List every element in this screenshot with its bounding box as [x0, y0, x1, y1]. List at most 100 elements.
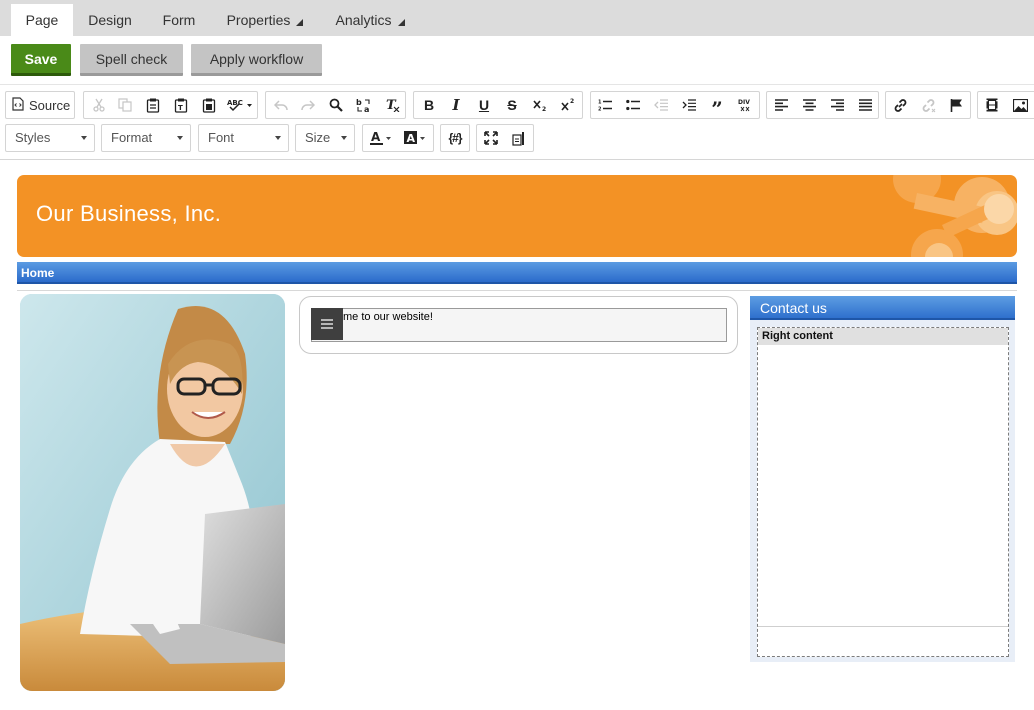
- unlink-icon[interactable]: [915, 92, 941, 118]
- chevron-down-icon: [177, 136, 183, 140]
- contact-title: Contact us: [760, 300, 827, 316]
- contact-panel-header: Contact us: [750, 296, 1015, 320]
- company-name: Our Business, Inc.: [36, 201, 222, 226]
- svg-text:b: b: [356, 98, 362, 107]
- redo-icon[interactable]: [295, 92, 321, 118]
- toolbar-group-editing: ba T: [265, 91, 406, 119]
- svg-text:T: T: [178, 104, 183, 112]
- blockquote-icon[interactable]: ”: [704, 92, 730, 119]
- create-div-icon[interactable]: DIV: [732, 92, 758, 118]
- spellcheck-icon[interactable]: ABC: [224, 92, 256, 118]
- macro-icon[interactable]: {#}: [442, 125, 468, 151]
- svg-text:2: 2: [598, 107, 602, 112]
- contact-panel: Contact us Right content: [750, 296, 1015, 662]
- zone-footer-divider: [758, 626, 1008, 627]
- svg-text:ABC: ABC: [227, 99, 243, 107]
- copy-icon[interactable]: [112, 92, 138, 118]
- toolbar-group-links: [885, 91, 971, 119]
- svg-text:1: 1: [598, 100, 602, 106]
- subscript-icon[interactable]: 2: [527, 92, 553, 118]
- nav-home-link[interactable]: Home: [21, 266, 54, 280]
- toolbar-group-align: [766, 91, 879, 119]
- source-button[interactable]: Source: [6, 92, 74, 118]
- find-icon[interactable]: [323, 92, 349, 118]
- superscript-icon[interactable]: 2: [555, 92, 581, 118]
- toolbar-group-colors: A A: [362, 124, 434, 152]
- zone-label: Right content: [762, 330, 833, 342]
- woman-with-laptop-photo: [20, 294, 285, 691]
- outdent-icon[interactable]: [648, 92, 674, 118]
- italic-icon[interactable]: I: [443, 92, 469, 118]
- chevron-down-icon: [81, 136, 87, 140]
- cut-icon[interactable]: [86, 92, 112, 118]
- paste-text-icon[interactable]: T: [168, 92, 194, 118]
- svg-text:DIV: DIV: [738, 99, 750, 106]
- svg-text:a: a: [364, 105, 369, 113]
- svg-text:A: A: [407, 132, 416, 145]
- paste-word-icon[interactable]: [196, 92, 222, 118]
- paste-icon[interactable]: [140, 92, 166, 118]
- align-justify-icon[interactable]: [852, 92, 878, 118]
- bulleted-list-icon[interactable]: [620, 92, 646, 118]
- numbered-list-icon[interactable]: 12: [592, 92, 618, 118]
- tab-design[interactable]: Design: [81, 4, 139, 36]
- tab-properties[interactable]: Properties: [222, 4, 308, 36]
- svg-text:2: 2: [570, 98, 574, 105]
- zone-header: Right content: [758, 328, 1008, 345]
- toolbar-group-tools: [476, 124, 534, 152]
- format-dropdown[interactable]: Format: [101, 124, 191, 152]
- image-icon[interactable]: [1007, 92, 1033, 118]
- maximize-icon[interactable]: [478, 125, 504, 151]
- remove-format-icon[interactable]: T: [379, 92, 405, 118]
- show-blocks-icon[interactable]: [506, 125, 532, 151]
- chevron-down-icon: [275, 136, 281, 140]
- toolbar-group-macros: {#}: [440, 124, 470, 152]
- toolbar-group-document: Source: [5, 91, 75, 119]
- svg-text:A: A: [371, 130, 381, 144]
- right-content-zone[interactable]: Right content: [757, 327, 1009, 657]
- welcome-text-editor[interactable]: me to our website!: [311, 308, 727, 342]
- source-icon: [12, 96, 24, 114]
- toolbar-group-media: [977, 91, 1034, 119]
- background-color-button[interactable]: A: [400, 125, 432, 151]
- divider: [17, 290, 1017, 291]
- dropdown-triangle-icon: [397, 19, 405, 26]
- text-color-button[interactable]: A: [366, 125, 398, 151]
- decorative-molecule-graphic: [893, 175, 1017, 257]
- spell-check-button[interactable]: Spell check: [80, 44, 183, 76]
- tab-analytics[interactable]: Analytics: [332, 4, 408, 36]
- save-button[interactable]: Save: [11, 44, 71, 76]
- toolbar-group-clipboard: T ABC: [83, 91, 258, 119]
- anchor-flag-icon[interactable]: [943, 92, 969, 118]
- toolbar-group-paragraph: 12 ” DIV: [590, 91, 760, 119]
- tab-page[interactable]: Page: [11, 4, 73, 36]
- undo-icon[interactable]: [268, 92, 294, 118]
- dropdown-triangle-icon: [296, 19, 304, 26]
- svg-text:2: 2: [542, 106, 546, 112]
- strikethrough-icon[interactable]: S: [499, 92, 525, 118]
- site-header-banner: Our Business, Inc.: [17, 175, 1017, 257]
- bold-icon[interactable]: B: [416, 92, 442, 118]
- align-center-icon[interactable]: [796, 92, 822, 118]
- media-icon[interactable]: [979, 92, 1005, 118]
- apply-workflow-button[interactable]: Apply workflow: [191, 44, 322, 76]
- site-navigation-bar: Home: [17, 262, 1017, 284]
- underline-icon[interactable]: U: [471, 92, 497, 118]
- chevron-down-icon: [341, 136, 347, 140]
- link-icon[interactable]: [887, 92, 913, 118]
- styles-dropdown[interactable]: Styles: [5, 124, 95, 152]
- editable-region-box: me to our website!: [299, 296, 738, 354]
- font-dropdown[interactable]: Font: [198, 124, 289, 152]
- size-dropdown[interactable]: Size: [295, 124, 355, 152]
- background-color-icon: A: [404, 131, 425, 145]
- replace-icon[interactable]: ba: [351, 92, 377, 118]
- toolbar-group-basicstyles: B I U S 2 2: [413, 91, 583, 119]
- indent-icon[interactable]: [676, 92, 702, 118]
- welcome-text: me to our website!: [343, 311, 433, 323]
- align-right-icon[interactable]: [824, 92, 850, 118]
- text-color-icon: A: [370, 130, 391, 145]
- align-left-icon[interactable]: [768, 92, 794, 118]
- mode-tabs: Page Design Form Properties Analytics: [0, 0, 1034, 36]
- drag-handle-menu-icon[interactable]: [311, 308, 343, 340]
- tab-form[interactable]: Form: [155, 4, 203, 36]
